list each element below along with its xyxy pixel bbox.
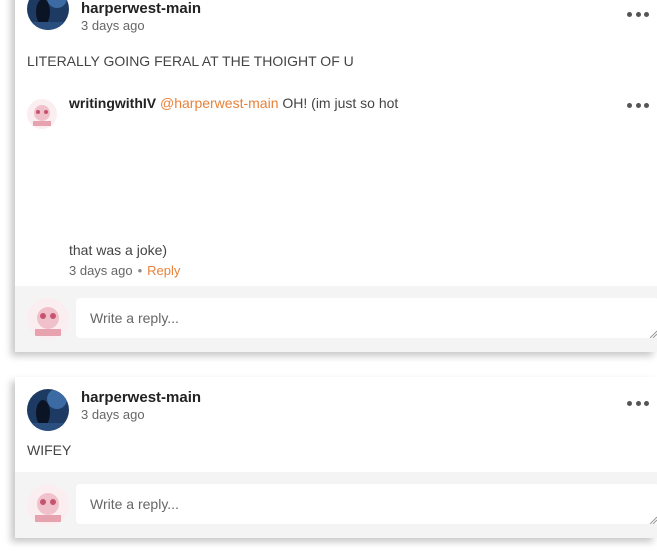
user-avatar [27, 298, 69, 340]
reply-author-name[interactable]: writingwithIV [69, 95, 156, 111]
reply-input[interactable] [76, 298, 657, 338]
reply-bar [15, 472, 657, 538]
separator-dot: • [137, 263, 143, 278]
reply-text-line1: writingwithIV @harperwest-main OH! (im j… [69, 95, 398, 111]
mention-link[interactable]: @harperwest-main [160, 95, 278, 111]
timestamp: 3 days ago [81, 18, 145, 33]
reply-input[interactable] [76, 484, 657, 524]
more-options-icon[interactable] [627, 399, 649, 407]
author-avatar[interactable] [27, 0, 69, 30]
more-options-icon[interactable] [627, 101, 649, 109]
resize-grip-icon[interactable] [649, 330, 657, 338]
reply-link[interactable]: Reply [147, 263, 180, 278]
reply-timestamp: 3 days ago [69, 263, 133, 278]
author-name[interactable]: harperwest-main [81, 389, 201, 406]
comment-card: harperwest-main 3 days ago LITERALLY GOI… [15, 0, 657, 352]
comment-card: harperwest-main 3 days ago WIFEY [15, 377, 657, 538]
comment-text: LITERALLY GOING FERAL AT THE THOIGHT OF … [27, 53, 354, 69]
comment-text: WIFEY [27, 442, 72, 458]
reply-author-avatar[interactable] [27, 99, 57, 129]
more-options-icon[interactable] [627, 10, 649, 18]
reply-bar [15, 286, 657, 352]
reply-text-continued: that was a joke) [69, 242, 168, 258]
reply-text: OH! (im just so hot [282, 95, 399, 111]
reply-meta: 3 days ago • Reply [69, 263, 180, 278]
author-avatar[interactable] [27, 389, 69, 431]
resize-grip-icon[interactable] [649, 516, 657, 524]
timestamp: 3 days ago [81, 407, 145, 422]
author-name[interactable]: harperwest-main [81, 0, 201, 17]
user-avatar [27, 484, 69, 526]
